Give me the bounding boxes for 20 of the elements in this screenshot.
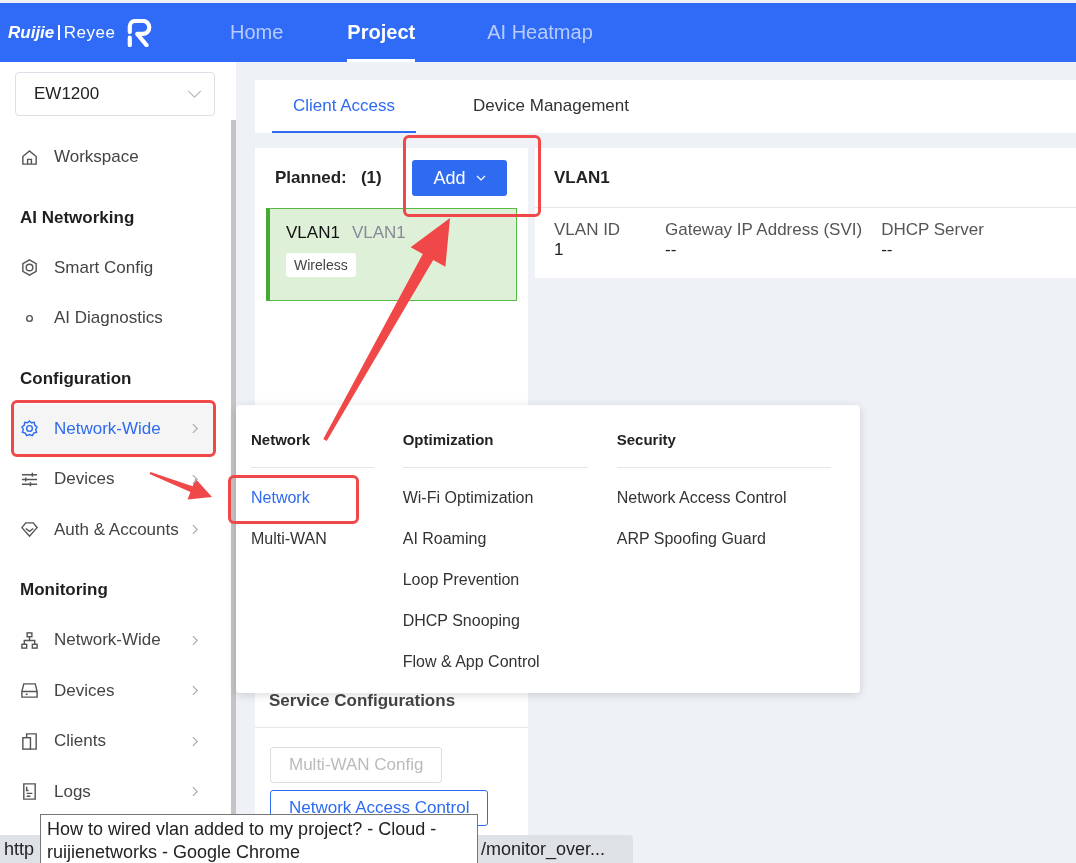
menu-heading: Optimization: [402, 427, 588, 468]
planned-label: Planned: (1): [275, 168, 382, 188]
tooltip: How to wired vlan added to my project? - Cloud - ruijienetworks - Google Chrome: [40, 814, 478, 863]
wireless-tag: Wireless: [286, 253, 356, 277]
field-label: VLAN ID: [554, 220, 622, 240]
field-value: --: [665, 240, 678, 260]
field-value: --: [881, 240, 894, 260]
field-label: Gateway IP Address (SVI): [665, 220, 863, 240]
section-heading: AI Networking: [19, 206, 136, 229]
section-heading: Monitoring: [19, 579, 109, 601]
section-heading: Configuration: [19, 367, 133, 390]
detail-title: VLAN1: [535, 148, 1076, 208]
menu-heading: Security: [616, 427, 831, 468]
vlan-alias: VLAN1: [351, 223, 406, 243]
vlan-name: VLAN1: [286, 223, 340, 243]
field-label: DHCP Server: [881, 220, 984, 240]
url-text: /monitor_over...: [481, 839, 606, 860]
field-value: 1: [554, 240, 565, 260]
brand-logo: Ruijie Reyee: [0, 18, 230, 47]
url-text: http: [4, 839, 35, 860]
